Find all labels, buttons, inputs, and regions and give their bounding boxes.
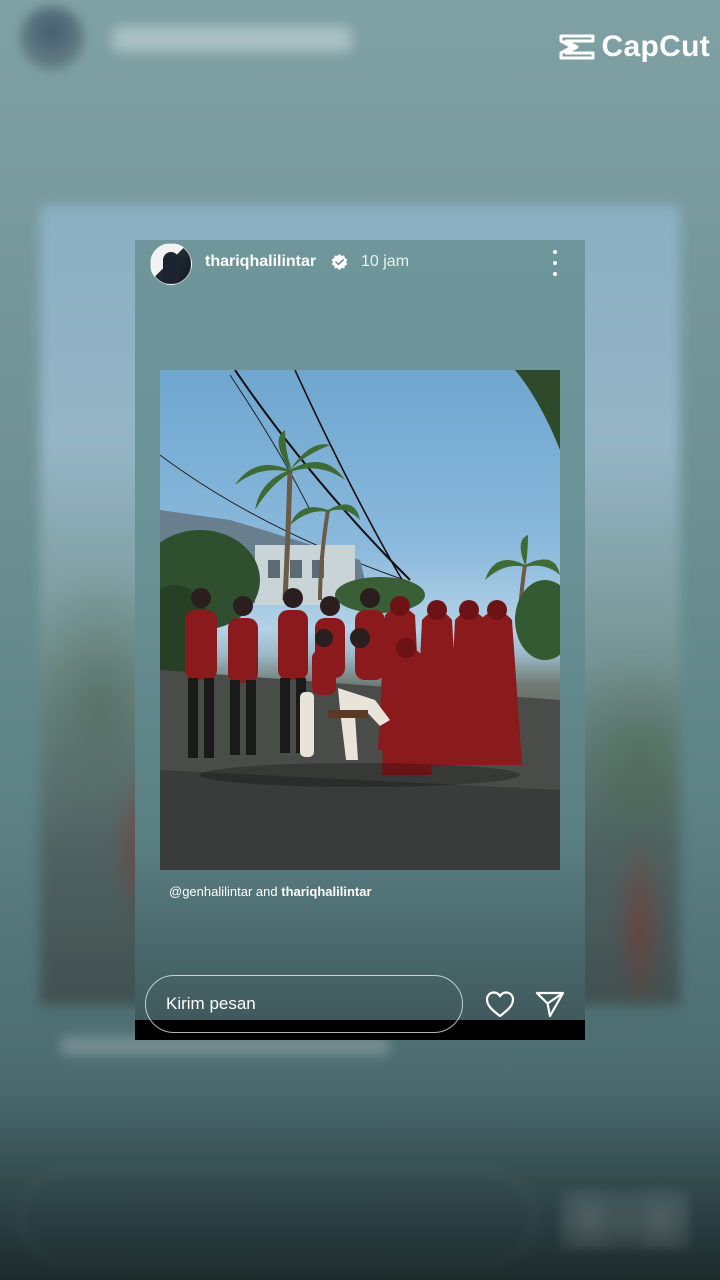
capcut-label: CapCut [601, 30, 710, 63]
capcut-watermark: CapCut [558, 30, 710, 64]
story-caption: @genhalilintar and thariqhalilintar [169, 884, 372, 899]
blurred-avatar [20, 6, 84, 70]
story-header: thariqhalilintar 10 jam [135, 240, 585, 286]
story-username[interactable]: thariqhalilintar [205, 253, 316, 271]
capcut-logo-icon [559, 34, 595, 60]
verified-badge-icon [331, 253, 348, 271]
blurred-action-icons [560, 1190, 690, 1250]
send-icon[interactable] [534, 988, 566, 1020]
reply-input[interactable]: Kirim pesan [145, 975, 463, 1033]
story-photo [160, 370, 560, 870]
story-timestamp: 10 jam [361, 253, 410, 270]
story-card[interactable]: thariqhalilintar 10 jam @genhalilintar a… [135, 240, 585, 1040]
blurred-reply-input [20, 1170, 534, 1264]
reply-placeholder: Kirim pesan [166, 994, 256, 1013]
avatar[interactable] [150, 243, 192, 285]
caption-conjunction: and [252, 884, 282, 899]
caption-user[interactable]: thariqhalilintar [281, 884, 371, 899]
heart-icon[interactable] [484, 989, 516, 1019]
blurred-username [112, 26, 352, 52]
more-vertical-icon[interactable] [547, 250, 563, 276]
caption-mention[interactable]: @genhalilintar [169, 884, 252, 899]
